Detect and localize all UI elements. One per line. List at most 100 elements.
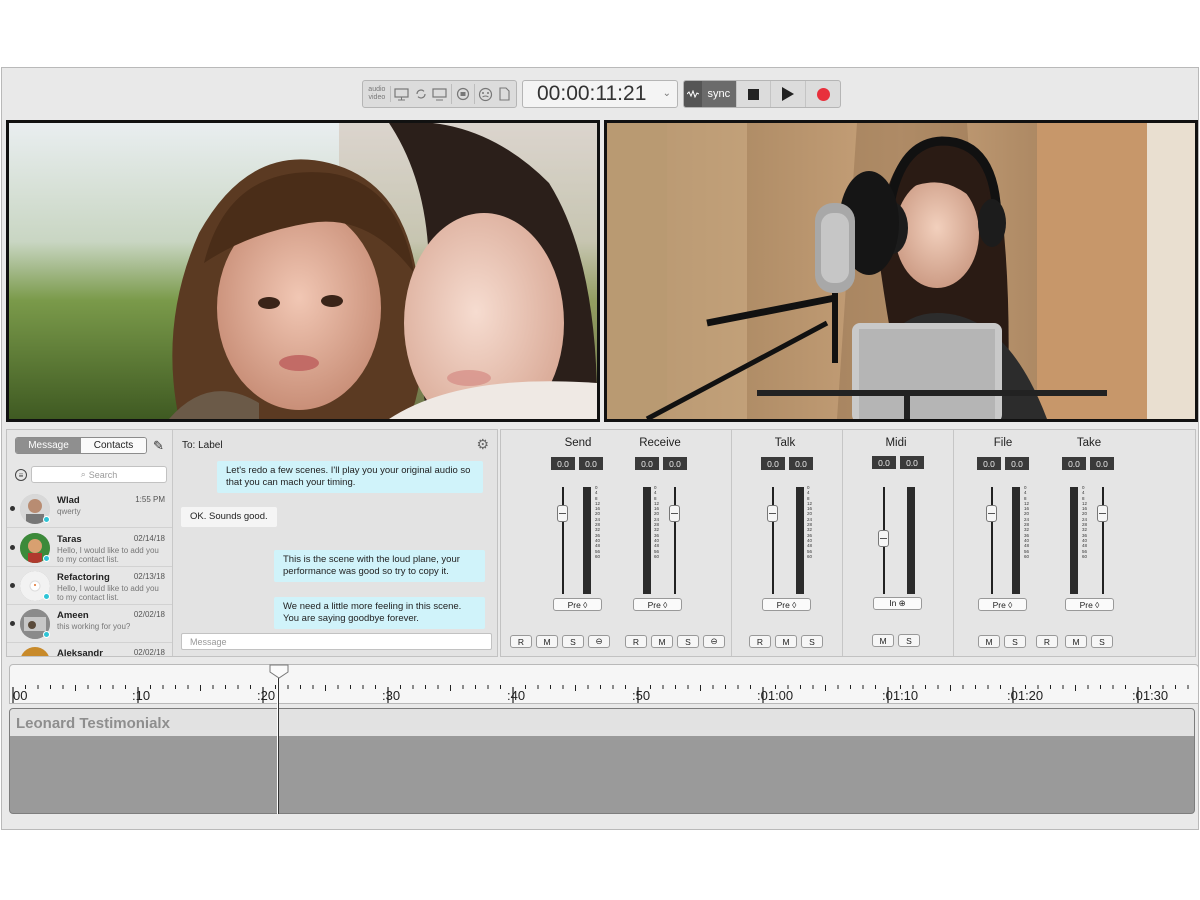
play-button[interactable] xyxy=(770,81,805,107)
playhead-handle[interactable] xyxy=(269,664,289,679)
chat-panel: Message Contacts ✎ ≡ ⌕ Search Wlad 1:55 … xyxy=(6,429,498,657)
recording-video-panel[interactable] xyxy=(604,120,1198,422)
receive-record-button[interactable]: R xyxy=(625,635,647,648)
send-mute-button[interactable]: M xyxy=(536,635,558,648)
send-fader-track xyxy=(562,487,564,594)
send-pre-button[interactable]: Pre ◊ xyxy=(553,598,602,611)
original-video-panel[interactable] xyxy=(6,120,600,422)
receive-mute-button[interactable]: M xyxy=(651,635,673,648)
midi-input-button[interactable]: In ⊕ xyxy=(873,597,922,610)
channel-title-file: File xyxy=(993,437,1013,449)
receive-value-left: 0.0 xyxy=(635,457,659,470)
track-name: Leonard Testimonialx xyxy=(16,715,170,732)
filter-icon[interactable]: ≡ xyxy=(15,469,27,481)
talk-fader-knob[interactable] xyxy=(767,505,778,522)
midi-solo-button[interactable]: S xyxy=(898,634,920,647)
view-mode-group: audio video xyxy=(362,80,517,108)
tab-contacts[interactable]: Contacts xyxy=(81,438,146,453)
receive-link-button[interactable]: ⊖ xyxy=(703,635,725,648)
talk-value-right: 0.0 xyxy=(789,457,813,470)
playhead-line[interactable] xyxy=(277,672,279,814)
video-label: video xyxy=(368,94,386,101)
timeline-ruler[interactable]: 00 :10 :20 :30 :40 :50 :01:00 :01:10 :01… xyxy=(9,664,1198,704)
message-bubble-outgoing: We need a little more feeling in this sc… xyxy=(274,597,485,629)
online-indicator xyxy=(43,593,50,600)
send-fader-knob[interactable] xyxy=(557,505,568,522)
waveform-icon[interactable] xyxy=(684,81,702,107)
talk-solo-button[interactable]: S xyxy=(801,635,823,648)
audio-video-toggle[interactable]: audio video xyxy=(366,86,391,102)
ruler-label: :01:10 xyxy=(882,688,919,703)
message-bubble-outgoing: Let's redo a few scenes. I'll play you y… xyxy=(217,461,483,493)
receive-fader-knob[interactable] xyxy=(669,505,680,522)
gear-icon[interactable]: ⚙ xyxy=(476,436,489,453)
send-link-button[interactable]: ⊖ xyxy=(588,635,610,648)
timecode-display[interactable]: 00:00:11:21 ⌄ xyxy=(522,80,678,108)
file-solo-button[interactable]: S xyxy=(1004,635,1026,648)
recipient-label: To: Label xyxy=(182,440,223,451)
contact-name: Ameen xyxy=(57,610,89,621)
printer-icon[interactable] xyxy=(455,86,471,103)
talk-record-button[interactable]: R xyxy=(749,635,771,648)
search-icon: ⌕ xyxy=(80,469,86,479)
take-mute-button[interactable]: M xyxy=(1065,635,1087,648)
search-input[interactable]: ⌕ Search xyxy=(31,466,167,483)
message-input[interactable]: Message xyxy=(181,633,492,650)
file-fader-knob[interactable] xyxy=(986,505,997,522)
tab-message[interactable]: Message xyxy=(16,438,81,453)
original-video-frame xyxy=(9,123,597,419)
pacman-icon[interactable] xyxy=(478,86,494,103)
ruler-label: :20 xyxy=(257,688,276,703)
talk-mute-button[interactable]: M xyxy=(775,635,797,648)
send-record-button[interactable]: R xyxy=(510,635,532,648)
midi-fader-knob[interactable] xyxy=(878,530,889,547)
receive-solo-button[interactable]: S xyxy=(677,635,699,648)
midi-value-right: 0.0 xyxy=(900,456,924,469)
stop-button[interactable] xyxy=(735,81,771,107)
ruler-label: :01:30 xyxy=(1132,688,1169,703)
contact-preview: this working for you? xyxy=(57,622,131,631)
message-bubble-outgoing: This is the scene with the loud plane, y… xyxy=(274,550,485,582)
display-icon[interactable] xyxy=(394,86,410,103)
contact-item[interactable]: Refactoring 02/13/18 Hello, I would like… xyxy=(7,567,172,605)
audio-track[interactable]: Leonard Testimonialx xyxy=(9,708,1195,814)
talk-meter-scale: 0 4 8 12 16 20 24 28 32 36 40 48 56 60 xyxy=(807,485,813,559)
message-bubble-incoming: OK. Sounds good. xyxy=(181,507,277,527)
send-value-left: 0.0 xyxy=(551,457,575,470)
contact-time: 02/02/18 xyxy=(133,648,165,656)
toolbar: audio video 00:00:11:21 ⌄ sync xyxy=(2,68,1198,120)
receive-pre-button[interactable]: Pre ◊ xyxy=(633,598,682,611)
monitor-icon[interactable] xyxy=(432,86,448,103)
file-pre-button[interactable]: Pre ◊ xyxy=(978,598,1027,611)
channel-title-receive: Receive xyxy=(639,437,681,449)
ruler-label: :50 xyxy=(632,688,651,703)
sync-button[interactable]: sync xyxy=(701,81,736,107)
record-icon xyxy=(816,87,830,101)
link-icon: ⊖ xyxy=(710,636,718,646)
take-solo-button[interactable]: S xyxy=(1091,635,1113,648)
document-icon[interactable] xyxy=(497,86,513,103)
take-fader-knob[interactable] xyxy=(1097,505,1108,522)
sync-loop-icon[interactable] xyxy=(413,86,429,103)
contact-preview: qwerty xyxy=(57,507,81,516)
file-mute-button[interactable]: M xyxy=(978,635,1000,648)
contact-item[interactable]: Taras 02/14/18 Hello, I would like to ad… xyxy=(7,529,172,567)
take-record-button[interactable]: R xyxy=(1036,635,1058,648)
contacts-pane: Message Contacts ✎ ≡ ⌕ Search Wlad 1:55 … xyxy=(7,430,173,656)
chevron-down-icon[interactable]: ⌄ xyxy=(663,88,671,99)
record-button[interactable] xyxy=(805,81,840,107)
mixer-group-talk: Talk 0.0 0.0 0 4 8 12 16 20 24 28 32 36 40 48 56 60 P… xyxy=(732,430,843,656)
talk-fader-track xyxy=(772,487,774,594)
talk-pre-button[interactable]: Pre ◊ xyxy=(762,598,811,611)
toolbar-separator xyxy=(473,84,475,104)
send-solo-button[interactable]: S xyxy=(562,635,584,648)
contact-item[interactable]: Aleksandr 02/02/18 xyxy=(7,643,172,656)
midi-mute-button[interactable]: M xyxy=(872,634,894,647)
compose-icon[interactable]: ✎ xyxy=(153,438,164,454)
contact-name: Wlad xyxy=(57,495,80,506)
contact-item[interactable]: Wlad 1:55 PM qwerty xyxy=(7,490,172,528)
timeline: 00 :10 :20 :30 :40 :50 :01:00 :01:10 :01… xyxy=(9,664,1198,814)
contact-item[interactable]: Ameen 02/02/18 this working for you? xyxy=(7,605,172,643)
receive-level-meter xyxy=(643,487,651,594)
take-pre-button[interactable]: Pre ◊ xyxy=(1065,598,1114,611)
